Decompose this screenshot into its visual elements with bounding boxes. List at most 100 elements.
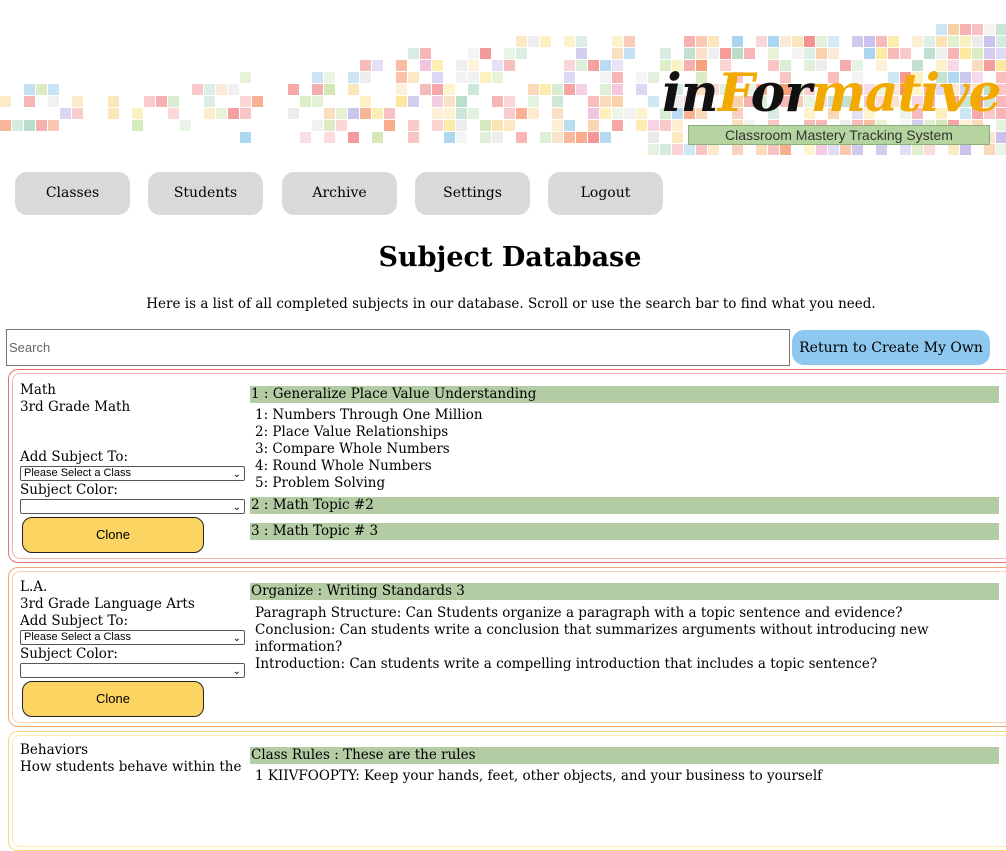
- standards-list: 1: Numbers Through One Million 2: Place …: [255, 407, 483, 492]
- mosaic-pixel: [792, 36, 803, 47]
- mosaic-pixel: [864, 48, 875, 59]
- mosaic-pixel: [360, 60, 371, 71]
- mosaic-pixel: [624, 36, 635, 47]
- mosaic-pixel: [612, 72, 623, 83]
- mosaic-pixel: [768, 144, 779, 155]
- mosaic-pixel: [612, 60, 623, 71]
- mosaic-pixel: [432, 72, 443, 83]
- subject-info: L.A. 3rd Grade Language Arts Add Subject…: [20, 579, 246, 678]
- mosaic-pixel: [468, 108, 479, 119]
- mosaic-pixel: [648, 96, 659, 107]
- nav-settings-button[interactable]: Settings: [415, 172, 530, 215]
- chevron-down-icon: ⌄: [232, 502, 241, 513]
- return-to-create-button[interactable]: Return to Create My Own: [792, 330, 990, 365]
- mosaic-pixel: [984, 48, 995, 59]
- app-logo[interactable]: inFormative: [662, 60, 1002, 128]
- mosaic-pixel: [480, 120, 491, 131]
- mosaic-pixel: [600, 108, 611, 119]
- chevron-down-icon: ⌄: [232, 469, 241, 480]
- mosaic-pixel: [936, 48, 947, 59]
- search-input[interactable]: [6, 329, 790, 366]
- mosaic-pixel: [588, 120, 599, 131]
- mosaic-pixel: [192, 84, 203, 95]
- standard-item: Conclusion: Can students write a conclus…: [255, 622, 929, 655]
- mosaic-pixel: [444, 132, 455, 143]
- clone-button[interactable]: Clone: [22, 681, 204, 717]
- mosaic-pixel: [984, 24, 995, 35]
- mosaic-pixel: [660, 144, 671, 155]
- topic-header[interactable]: 3 : Math Topic # 3: [250, 523, 999, 540]
- mosaic-pixel: [108, 96, 119, 107]
- topic-header[interactable]: 1 : Generalize Place Value Understanding: [250, 386, 999, 403]
- add-subject-label: Add Subject To:: [20, 449, 128, 465]
- mosaic-pixel: [948, 48, 959, 59]
- mosaic-pixel: [216, 108, 227, 119]
- mosaic-pixel: [624, 48, 635, 59]
- mosaic-pixel: [948, 24, 959, 35]
- mosaic-pixel: [552, 108, 563, 119]
- topic-header[interactable]: Organize : Writing Standards 3: [250, 583, 999, 600]
- mosaic-pixel: [48, 84, 59, 95]
- mosaic-pixel: [204, 96, 215, 107]
- topic-header[interactable]: Class Rules : These are the rules: [250, 747, 999, 764]
- mosaic-pixel: [348, 84, 359, 95]
- mosaic-pixel: [600, 132, 611, 143]
- mosaic-pixel: [456, 72, 467, 83]
- mosaic-pixel: [420, 48, 431, 59]
- mosaic-pixel: [648, 144, 659, 155]
- mosaic-pixel: [48, 96, 59, 107]
- header-banner: inFormative Classroom Mastery Tracking S…: [0, 0, 1006, 160]
- mosaic-pixel: [420, 84, 431, 95]
- mosaic-pixel: [600, 96, 611, 107]
- subject-description: How students behave within the: [20, 759, 242, 775]
- mosaic-pixel: [996, 24, 1006, 35]
- subject-color-select[interactable]: ⌄: [20, 499, 245, 514]
- topic-header[interactable]: 2 : Math Topic #2: [250, 497, 999, 514]
- mosaic-pixel: [132, 120, 143, 131]
- mosaic-pixel: [168, 108, 179, 119]
- mosaic-pixel: [540, 84, 551, 95]
- mosaic-pixel: [336, 108, 347, 119]
- subject-info: Math 3rd Grade Math: [20, 382, 246, 416]
- mosaic-pixel: [540, 36, 551, 47]
- mosaic-pixel: [408, 96, 419, 107]
- mosaic-pixel: [372, 60, 383, 71]
- nav-logout-button[interactable]: Logout: [548, 172, 663, 215]
- mosaic-pixel: [360, 96, 371, 107]
- mosaic-pixel: [396, 84, 407, 95]
- mosaic-pixel: [492, 120, 503, 131]
- standard-item: 1: Numbers Through One Million: [255, 407, 483, 423]
- mosaic-pixel: [504, 108, 515, 119]
- subject-color-select[interactable]: ⌄: [20, 663, 245, 678]
- mosaic-pixel: [384, 108, 395, 119]
- mosaic-pixel: [636, 108, 647, 119]
- mosaic-pixel: [588, 108, 599, 119]
- subject-info: Behaviors How students behave within the: [20, 742, 246, 776]
- mosaic-pixel: [216, 84, 227, 95]
- class-select[interactable]: Please Select a Class ⌄: [20, 466, 245, 481]
- mosaic-pixel: [600, 72, 611, 83]
- mosaic-pixel: [948, 144, 959, 155]
- mosaic-pixel: [828, 48, 839, 59]
- mosaic-pixel: [240, 96, 251, 107]
- mosaic-pixel: [168, 96, 179, 107]
- mosaic-pixel: [432, 60, 443, 71]
- mosaic-pixel: [960, 48, 971, 59]
- mosaic-pixel: [456, 132, 467, 143]
- mosaic-pixel: [60, 108, 71, 119]
- mosaic-pixel: [348, 108, 359, 119]
- mosaic-pixel: [348, 132, 359, 143]
- mosaic-pixel: [360, 72, 371, 83]
- class-select[interactable]: Please Select a Class ⌄: [20, 630, 245, 645]
- mosaic-pixel: [456, 120, 467, 131]
- nav-archive-button[interactable]: Archive: [282, 172, 397, 215]
- mosaic-pixel: [468, 72, 479, 83]
- mosaic-pixel: [252, 96, 263, 107]
- clone-button[interactable]: Clone: [22, 517, 204, 553]
- class-select-value: Please Select a Class: [24, 631, 131, 643]
- mosaic-pixel: [936, 24, 947, 35]
- mosaic-pixel: [768, 48, 779, 59]
- nav-classes-button[interactable]: Classes: [15, 172, 130, 215]
- nav-students-button[interactable]: Students: [148, 172, 263, 215]
- mosaic-pixel: [468, 60, 479, 71]
